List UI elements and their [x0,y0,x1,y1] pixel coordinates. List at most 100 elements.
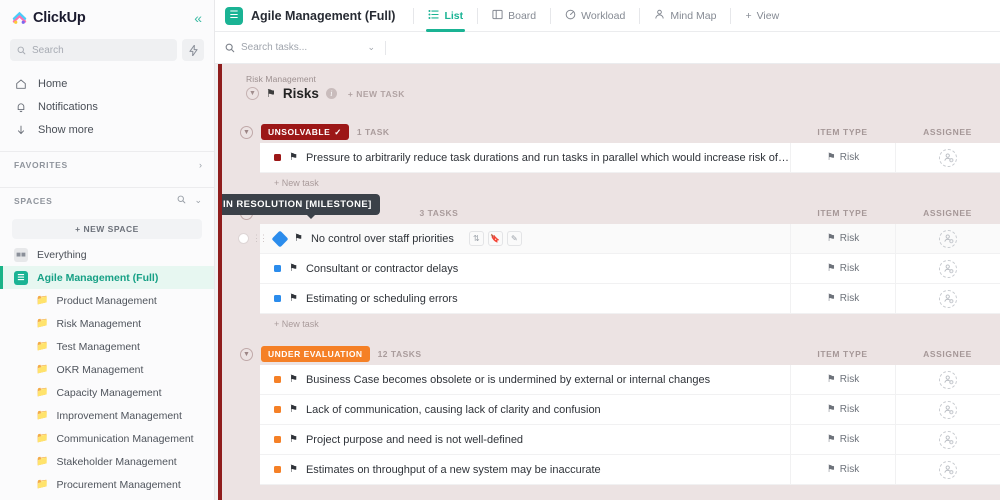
add-assignee-icon[interactable] [939,229,957,248]
table-row[interactable]: ⚑ Business Case becomes obsolete or is u… [260,364,1000,395]
task-title[interactable]: Estimates on throughput of a new system … [306,464,601,476]
sidebar-item-notifications[interactable]: Notifications [0,95,214,118]
group-header: ▼ UNDER EVALUATION 12 TASKS ITEM TYPE AS… [222,343,1000,365]
sidebar-item-agile-management[interactable]: ☰ Agile Management (Full) [0,266,214,289]
column-headers: ITEM TYPE ASSIGNEE [790,208,1000,218]
cell-item-type[interactable]: ⚑ Risk [790,283,895,314]
tab-workload[interactable]: Workload [557,0,633,32]
edit-pencil-icon[interactable]: ✎ [506,231,522,246]
add-assignee-icon[interactable] [939,430,957,449]
task-title[interactable]: Project purpose and need is not well-def… [306,434,523,446]
sidebar-folder-capacity-management[interactable]: 📁 Capacity Management [0,381,214,404]
task-title[interactable]: Estimating or scheduling errors [306,293,458,305]
clickup-logo[interactable]: ClickUp [12,10,86,26]
page-title: Agile Management (Full) [251,8,396,23]
table-row[interactable]: ⚑ Estimates on throughput of a new syste… [260,454,1000,485]
add-assignee-icon[interactable] [939,259,957,278]
new-task-button[interactable]: + NEW TASK [348,89,405,99]
add-task-button[interactable]: + New task [222,314,1000,329]
table-row[interactable]: ⚑ Consultant or contractor delays ⚑ Risk [260,253,1000,284]
sidebar-item-everything[interactable]: ■■ Everything [0,243,214,266]
row-drag-handle[interactable]: ⋮⋮ [238,233,268,244]
status-dot[interactable] [274,466,281,473]
cell-assignee[interactable] [895,283,1000,314]
cell-assignee[interactable] [895,364,1000,395]
sidebar-item-show-more[interactable]: Show more [0,118,214,141]
task-title[interactable]: Business Case becomes obsolete or is und… [306,374,710,386]
sidebar-folder-risk-management[interactable]: 📁 Risk Management [0,312,214,335]
add-assignee-icon[interactable] [939,460,957,479]
chevrons-left-icon[interactable]: « [194,11,202,25]
task-title[interactable]: Pressure to arbitrarily reduce task dura… [306,152,790,164]
search-tasks-input[interactable]: Search tasks... ⌄ [225,42,375,53]
cell-item-type[interactable]: ⚑ Risk [790,424,895,455]
search-icon [17,46,26,54]
table-row[interactable]: ⚑ Pressure to arbitrarily reduce task du… [260,142,1000,173]
sidebar-folder-product-management[interactable]: 📁 Product Management [0,289,214,312]
favorites-section-header[interactable]: FAVORITES › [0,151,214,177]
breadcrumb[interactable]: Risk Management [246,74,1000,84]
add-task-button[interactable]: + New task [222,173,1000,188]
search-input[interactable]: Search [10,39,177,61]
table-row[interactable]: ⚑ Project purpose and need is not well-d… [260,424,1000,455]
status-dot[interactable] [274,154,281,161]
sidebar-folder-stakeholder-management[interactable]: 📁 Stakeholder Management [0,450,214,473]
status-badge[interactable]: UNDER EVALUATION [261,346,370,362]
info-icon[interactable]: i [325,88,337,99]
lightning-bolt-icon[interactable] [182,39,204,61]
status-dot[interactable] [274,376,281,383]
grip-icon[interactable]: ⋮⋮ [252,234,268,243]
chevron-down-icon[interactable]: ⌄ [194,195,202,206]
sidebar-folder-okr-management[interactable]: 📁 OKR Management [0,358,214,381]
collapse-list-icon[interactable]: ▼ [246,87,259,100]
new-space-button[interactable]: + NEW SPACE [12,219,202,239]
status-badge[interactable]: UNSOLVABLE ✓ [261,124,349,140]
cell-assignee[interactable] [895,424,1000,455]
sidebar-folder-communication-management[interactable]: 📁 Communication Management [0,427,214,450]
add-assignee-icon[interactable] [939,148,957,167]
add-assignee-icon[interactable] [939,400,957,419]
collapse-group-icon[interactable]: ▼ [240,347,253,361]
table-row[interactable]: ⚑ Lack of communication, causing lack of… [260,394,1000,425]
milestone-diamond-icon[interactable] [271,230,289,247]
tag-icon[interactable]: 🔖 [487,231,503,246]
add-assignee-icon[interactable] [939,289,957,308]
sidebar-folder-q4-2020[interactable]: 📁 Q4 2020 [0,496,214,500]
chevron-right-icon[interactable]: › [199,160,202,170]
cell-item-type[interactable]: ⚑ Risk [790,253,895,284]
add-assignee-icon[interactable] [939,370,957,389]
status-dot[interactable] [274,406,281,413]
cell-item-type[interactable]: ⚑ Risk [790,394,895,425]
cell-item-type[interactable]: ⚑ Risk [790,142,895,173]
collapse-group-icon[interactable]: ▼ [240,125,253,139]
status-dot[interactable] [274,265,281,272]
cell-assignee[interactable] [895,454,1000,485]
sidebar-item-home[interactable]: Home [0,72,214,95]
cell-assignee[interactable] [895,253,1000,284]
search-icon[interactable] [177,195,186,206]
cell-item-type[interactable]: ⚑ Risk [790,364,895,395]
subtask-icon[interactable]: ⇅ [468,231,484,246]
row-checkbox[interactable] [238,233,249,244]
cell-item-type[interactable]: ⚑ Risk [790,223,895,254]
table-row[interactable]: ⚑ Estimating or scheduling errors ⚑ Risk [260,283,1000,314]
tab-board[interactable]: Board [484,0,544,32]
cell-item-type[interactable]: ⚑ Risk [790,454,895,485]
tab-list[interactable]: List [420,0,471,32]
sidebar-folder-procurement-management[interactable]: 📁 Procurement Management [0,473,214,496]
chevron-down-icon[interactable]: ⌄ [367,42,375,53]
task-title[interactable]: Lack of communication, causing lack of c… [306,404,601,416]
sidebar-folder-improvement-management[interactable]: 📁 Improvement Management [0,404,214,427]
status-dot[interactable] [274,436,281,443]
cell-assignee[interactable] [895,394,1000,425]
table-row[interactable]: ⋮⋮ ⚑ No control over staff priorities ⇅ … [238,223,1000,254]
cell-assignee[interactable] [895,223,1000,254]
sidebar-folder-test-management[interactable]: 📁 Test Management [0,335,214,358]
task-title[interactable]: Consultant or contractor delays [306,263,458,275]
cell-assignee[interactable] [895,142,1000,173]
status-dot[interactable] [274,295,281,302]
tab-mind-map[interactable]: Mind Map [646,0,724,32]
list-scroll-area[interactable]: Risk Management ▼ ⚑ Risks i + NEW TASK ▼ [215,64,1000,500]
add-view-button[interactable]: + View [737,0,787,32]
task-title[interactable]: No control over staff priorities [311,233,454,245]
